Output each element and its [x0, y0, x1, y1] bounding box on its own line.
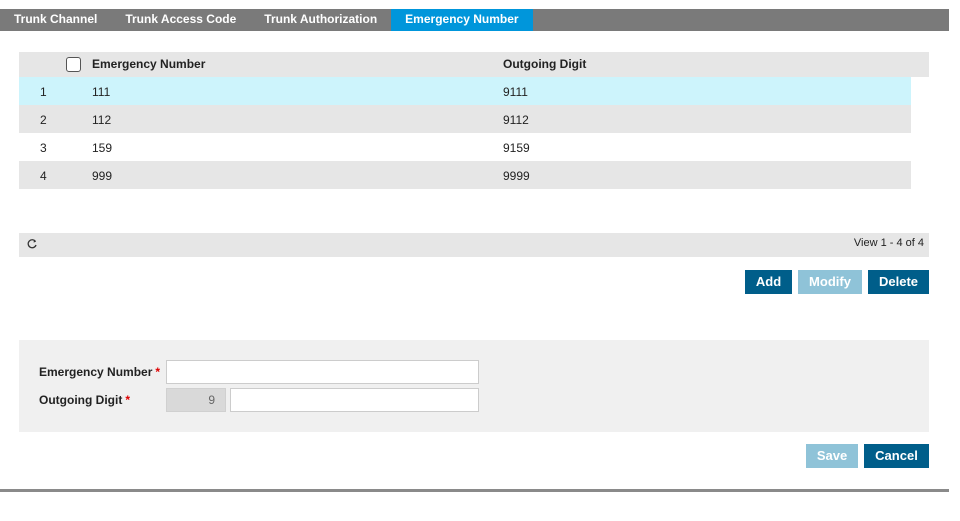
outgoing-digit-prefix: 9 [166, 388, 226, 412]
tab-trunk-authorization[interactable]: Trunk Authorization [250, 9, 391, 31]
emergency-number-field[interactable] [166, 360, 479, 384]
tab-bar: Trunk Channel Trunk Access Code Trunk Au… [0, 9, 949, 31]
refresh-icon[interactable] [26, 238, 38, 253]
cell-emergency-number: 159 [92, 141, 113, 155]
table-row[interactable]: 2 112 9112 [19, 105, 911, 133]
table-row[interactable]: 3 159 9159 [19, 133, 911, 161]
row-index: 2 [40, 113, 47, 127]
delete-button[interactable]: Delete [868, 270, 929, 294]
outgoing-digit-label-text: Outgoing Digit [39, 393, 123, 407]
grid-pager: View 1 - 4 of 4 [19, 233, 929, 257]
cell-outgoing-digit: 9112 [503, 113, 529, 127]
tab-emergency-number[interactable]: Emergency Number [391, 9, 533, 31]
cell-emergency-number: 112 [92, 113, 112, 127]
table-row[interactable]: 4 999 9999 [19, 161, 911, 189]
cancel-button[interactable]: Cancel [864, 444, 929, 468]
divider [0, 489, 949, 492]
row-index: 1 [40, 85, 47, 99]
column-header-emergency-number[interactable]: Emergency Number [92, 57, 205, 71]
column-header-outgoing-digit[interactable]: Outgoing Digit [503, 57, 586, 71]
tab-trunk-channel[interactable]: Trunk Channel [0, 9, 111, 31]
cell-outgoing-digit: 9111 [503, 85, 528, 99]
cell-outgoing-digit: 9159 [503, 141, 530, 155]
select-all-checkbox[interactable] [66, 57, 81, 72]
required-mark: * [125, 393, 130, 407]
cell-emergency-number: 111 [92, 85, 111, 99]
outgoing-digit-label: Outgoing Digit * [39, 393, 130, 407]
save-button[interactable]: Save [806, 444, 858, 468]
row-index: 4 [40, 169, 47, 183]
modify-button[interactable]: Modify [798, 270, 862, 294]
row-index: 3 [40, 141, 47, 155]
cell-emergency-number: 999 [92, 169, 113, 183]
tab-trunk-access-code[interactable]: Trunk Access Code [111, 9, 250, 31]
grid-header: Emergency Number Outgoing Digit [19, 52, 929, 77]
table-row[interactable]: 1 111 9111 [19, 77, 911, 105]
emergency-number-label: Emergency Number * [39, 365, 160, 379]
required-mark: * [155, 365, 161, 379]
outgoing-digit-field[interactable] [230, 388, 479, 412]
emergency-number-grid: Emergency Number Outgoing Digit 1 111 91… [19, 52, 929, 189]
edit-form: Emergency Number * Outgoing Digit * 9 [19, 340, 929, 432]
add-button[interactable]: Add [745, 270, 792, 294]
cell-outgoing-digit: 9999 [503, 169, 530, 183]
pager-info: View 1 - 4 of 4 [853, 237, 924, 249]
emergency-number-label-text: Emergency Number [39, 365, 153, 379]
